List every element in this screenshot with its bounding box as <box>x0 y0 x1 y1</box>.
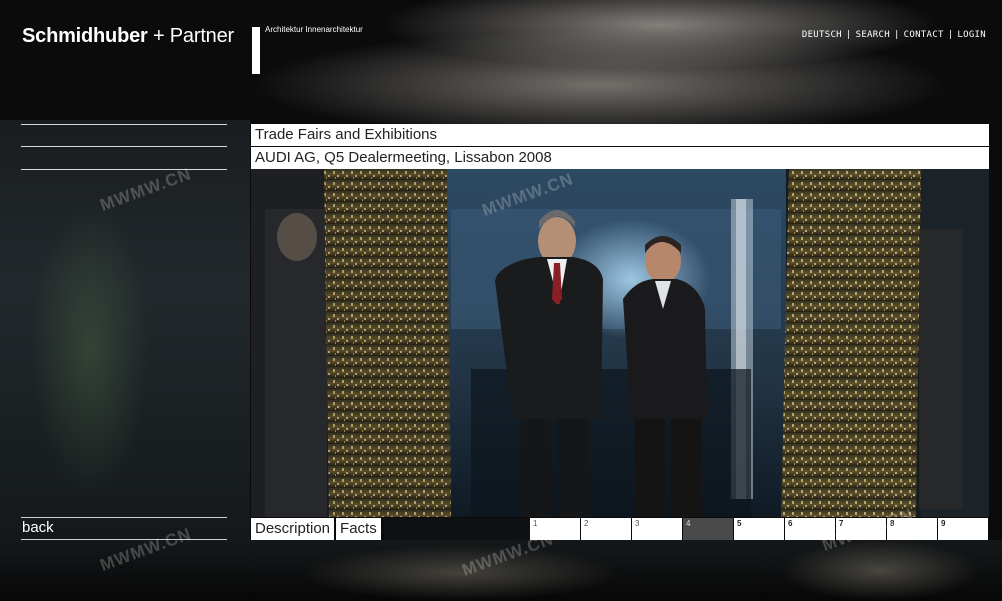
category-title: Trade Fairs and Exhibitions <box>251 124 989 146</box>
page-4-active[interactable]: 4 <box>683 518 733 540</box>
tab-bar-spacer <box>384 518 530 540</box>
nav-separator: | <box>845 30 852 40</box>
page-5[interactable]: 5 <box>734 518 784 540</box>
logo-bar <box>252 27 260 74</box>
brand-name-bold: Schmidhuber <box>22 25 148 47</box>
page-3[interactable]: 3 <box>632 518 682 540</box>
left-menu-divider <box>21 169 227 170</box>
project-photo <box>251 169 989 517</box>
left-menu-divider <box>21 124 227 125</box>
info-tabs: Description Facts <box>251 518 383 540</box>
nav-login[interactable]: LOGIN <box>957 30 986 40</box>
page-2[interactable]: 2 <box>581 518 631 540</box>
back-divider <box>21 517 227 518</box>
tab-description[interactable]: Description <box>251 518 335 540</box>
brand-plus: + <box>152 25 165 47</box>
back-divider <box>21 539 227 540</box>
brand-tagline: Architektur Innenarchitektur <box>265 25 363 34</box>
tab-facts[interactable]: Facts <box>336 518 381 540</box>
left-menu-divider <box>21 146 227 147</box>
nav-contact[interactable]: CONTACT <box>904 30 944 40</box>
back-link[interactable]: back <box>22 519 54 536</box>
nav-separator: | <box>893 30 900 40</box>
project-title: AUDI AG, Q5 Dealermeeting, Lissabon 2008 <box>251 147 989 169</box>
page-9[interactable]: 9 <box>938 518 988 540</box>
nav-search[interactable]: SEARCH <box>856 30 890 40</box>
image-pager: 1 2 3 4 5 6 7 8 9 <box>530 518 989 540</box>
nav-separator: | <box>947 30 954 40</box>
nav-deutsch[interactable]: DEUTSCH <box>802 30 842 40</box>
brand-name-regular: Partner <box>169 25 234 47</box>
top-navigation: DEUTSCH | SEARCH | CONTACT | LOGIN <box>802 30 986 40</box>
brand-logo[interactable]: Schmidhuber + Partner <box>22 25 234 48</box>
